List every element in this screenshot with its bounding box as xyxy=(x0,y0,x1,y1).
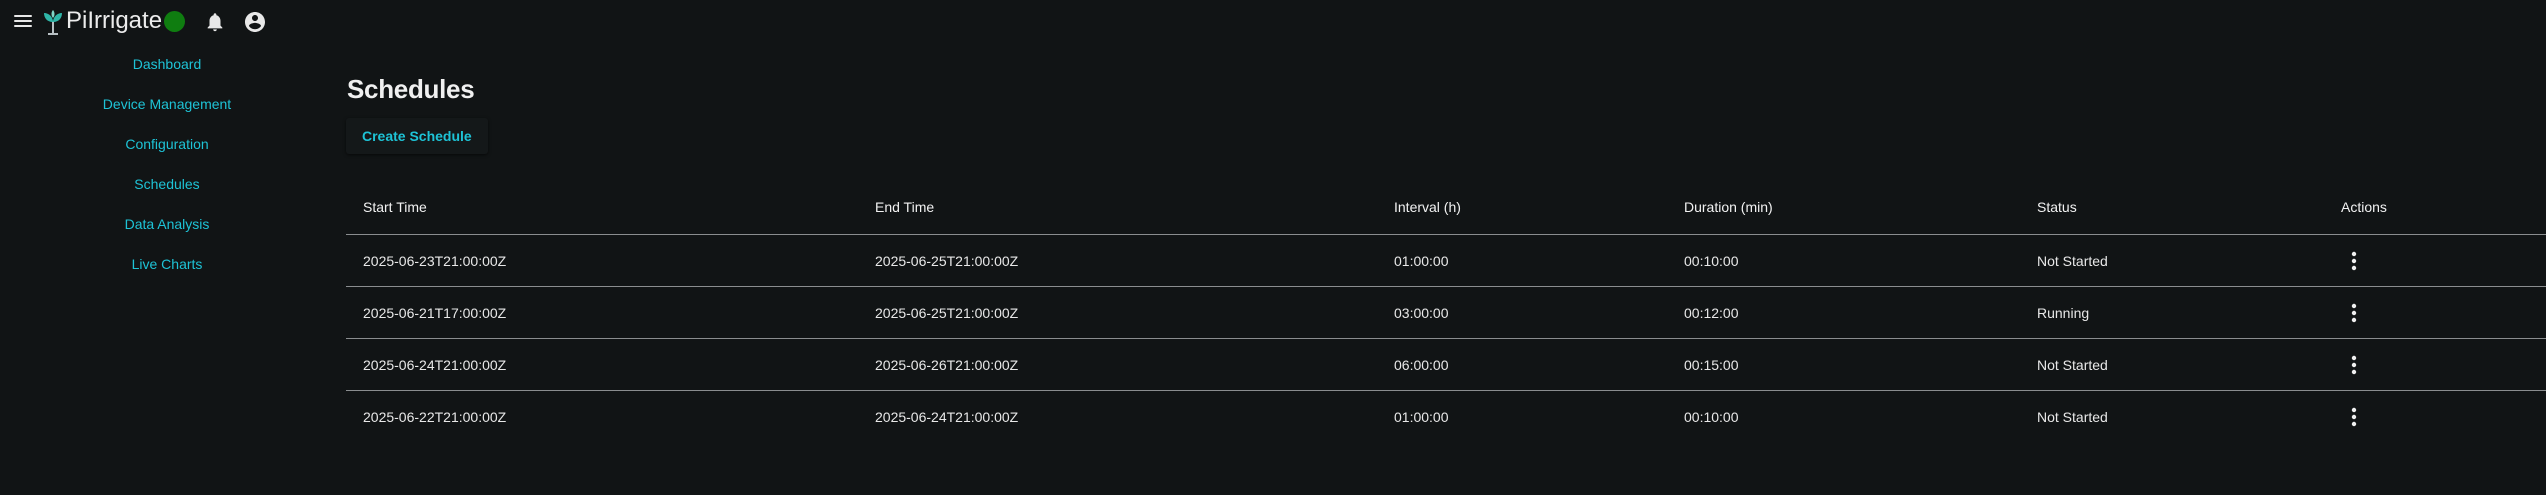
account-circle-icon[interactable] xyxy=(243,10,267,34)
table-row: 2025-06-22T21:00:00Z 2025-06-24T21:00:00… xyxy=(346,391,2546,444)
sidebar-item-dashboard[interactable]: Dashboard xyxy=(0,44,334,84)
actions-cell xyxy=(2324,391,2546,444)
start-time-cell: 2025-06-22T21:00:00Z xyxy=(363,409,507,425)
table-header-row: Start Time End Time Interval (h) Duratio… xyxy=(346,180,2546,235)
table-row: 2025-06-21T17:00:00Z 2025-06-25T21:00:00… xyxy=(346,286,2546,339)
app-title: PiIrrigate xyxy=(66,7,163,34)
interval-cell: 03:00:00 xyxy=(1377,286,1667,339)
duration-cell: 00:15:00 xyxy=(1667,338,2020,391)
column-header-status: Status xyxy=(2020,180,2324,235)
table-row: 2025-06-23T21:00:00Z 2025-06-25T21:00:00… xyxy=(346,234,2546,287)
sidebar-nav: Dashboard Device Management Configuratio… xyxy=(0,44,334,284)
duration-cell: 00:12:00 xyxy=(1667,286,2020,339)
more-vertical-icon[interactable] xyxy=(2344,353,2364,377)
sidebar-item-schedules[interactable]: Schedules xyxy=(0,164,334,204)
bell-icon[interactable] xyxy=(204,10,226,34)
column-header-end-time: End Time xyxy=(858,180,1377,235)
interval-cell: 01:00:00 xyxy=(1377,234,1667,287)
sprout-logo-icon xyxy=(44,10,62,35)
actions-cell xyxy=(2324,338,2546,391)
more-vertical-icon[interactable] xyxy=(2344,249,2364,273)
top-app-bar: PiIrrigate xyxy=(0,0,2546,44)
start-time-cell: 2025-06-21T17:00:00Z xyxy=(346,286,858,339)
status-cell: Not Started xyxy=(2037,409,2108,425)
end-time-cell: 2025-06-24T21:00:00Z xyxy=(875,409,1019,425)
column-header-interval: Interval (h) xyxy=(1377,180,1667,235)
end-time-cell: 2025-06-25T21:00:00Z xyxy=(858,286,1377,339)
start-time-cell: 2025-06-23T21:00:00Z xyxy=(346,234,858,287)
actions-cell xyxy=(2324,286,2546,339)
schedules-table: Start Time End Time Interval (h) Duratio… xyxy=(346,180,2546,443)
interval-cell: 01:00:00 xyxy=(1394,409,1449,425)
duration-cell: 00:10:00 xyxy=(1684,409,1739,425)
more-vertical-icon[interactable] xyxy=(2344,405,2364,429)
sidebar-item-data-analysis[interactable]: Data Analysis xyxy=(0,204,334,244)
table-row: 2025-06-24T21:00:00Z 2025-06-26T21:00:00… xyxy=(346,338,2546,391)
hamburger-menu-icon[interactable] xyxy=(12,12,34,32)
create-schedule-button[interactable]: Create Schedule xyxy=(346,118,488,154)
end-time-cell: 2025-06-25T21:00:00Z xyxy=(858,234,1377,287)
status-cell: Not Started xyxy=(2020,234,2324,287)
sidebar-item-configuration[interactable]: Configuration xyxy=(0,124,334,164)
page-title: Schedules xyxy=(347,74,475,104)
status-cell: Not Started xyxy=(2020,338,2324,391)
status-dot-icon xyxy=(164,11,185,32)
column-header-duration: Duration (min) xyxy=(1667,180,2020,235)
start-time-cell: 2025-06-24T21:00:00Z xyxy=(346,338,858,391)
sidebar-item-device-management[interactable]: Device Management xyxy=(0,84,334,124)
interval-cell: 06:00:00 xyxy=(1377,338,1667,391)
column-header-actions: Actions xyxy=(2324,180,2546,235)
end-time-cell: 2025-06-26T21:00:00Z xyxy=(858,338,1377,391)
duration-cell: 00:10:00 xyxy=(1667,234,2020,287)
sidebar-item-live-charts[interactable]: Live Charts xyxy=(0,244,334,284)
status-cell: Running xyxy=(2020,286,2324,339)
column-header-start-time: Start Time xyxy=(346,180,858,235)
actions-cell xyxy=(2324,234,2546,287)
more-vertical-icon[interactable] xyxy=(2344,301,2364,325)
